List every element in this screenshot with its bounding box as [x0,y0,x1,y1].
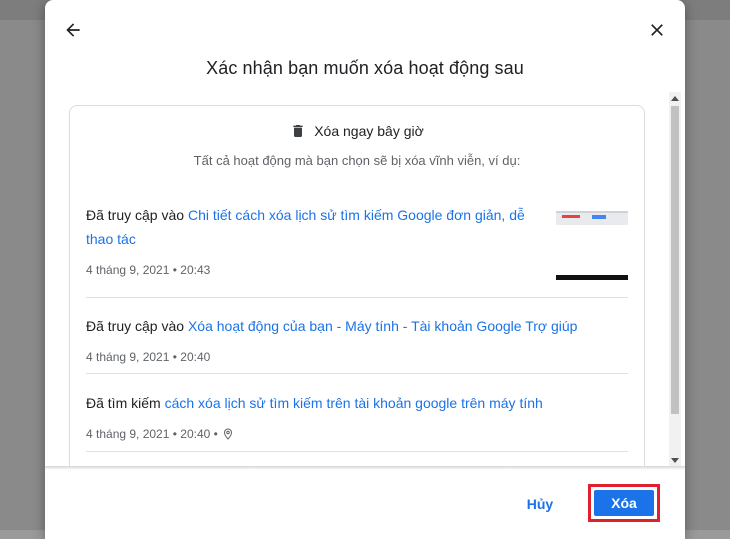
activity-link[interactable]: Xóa hoạt động của bạn - Máy tính - Tài k… [188,318,578,334]
scrollbar[interactable] [669,92,681,467]
close-icon [651,24,663,36]
activity-link[interactable]: cách xóa lịch sử tìm kiếm trên tài khoản… [165,395,543,411]
activity-description: Đã tìm kiếm cách xóa lịch sử tìm kiếm tr… [86,391,628,415]
activity-scroll-area[interactable]: Xóa ngay bây giờ Tất cả hoạt động mà bạn… [45,92,667,467]
scroll-down-arrow-icon[interactable] [671,458,679,463]
card-heading: Xóa ngay bây giờ [70,122,644,140]
activity-timestamp: 4 tháng 9, 2021 • 20:40 [86,350,211,364]
activity-meta: 4 tháng 9, 2021 • 20:40 • [86,427,628,441]
confirm-delete-dialog: Xác nhận bạn muốn xóa hoạt động sau Xóa … [45,0,685,539]
activity-timestamp: 4 tháng 9, 2021 • 20:43 [86,263,211,277]
activity-prefix: Đã truy cập vào [86,318,185,334]
trash-icon [293,125,303,137]
activity-timestamp: 4 tháng 9, 2021 • 20:40 • [86,427,218,441]
dialog-footer: Hủy Xóa [45,470,685,539]
activity-thumbnail [556,211,628,281]
activity-item: Đã truy cập vào Chi tiết cách xóa lịch s… [86,203,628,298]
activity-item: Đã tìm kiếm cách xóa lịch sử tìm kiếm tr… [86,391,628,452]
activity-item: Đã truy cập vào Xóa hoạt động của bạn - … [86,314,628,374]
location-pin-icon [223,428,232,440]
delete-button[interactable]: Xóa [594,490,654,516]
activity-prefix: Đã truy cập vào [86,207,185,223]
activity-prefix: Đã tìm kiếm [86,395,161,411]
activity-description: Đã truy cập vào Xóa hoạt động của bạn - … [86,314,628,338]
activity-description: Đã truy cập vào Chi tiết cách xóa lịch s… [86,203,548,251]
scrollbar-thumb[interactable] [671,106,679,414]
back-button[interactable] [59,16,87,44]
activity-card: Xóa ngay bây giờ Tất cả hoạt động mà bạn… [69,105,645,467]
card-heading-text: Xóa ngay bây giờ [314,123,424,139]
cancel-button[interactable]: Hủy [515,490,565,518]
dialog-title: Xác nhận bạn muốn xóa hoạt động sau [206,58,524,78]
scroll-up-arrow-icon[interactable] [671,96,679,101]
close-button[interactable] [643,16,671,44]
delete-button-highlight: Xóa [588,484,660,522]
arrow-back-icon [66,23,80,37]
card-subtitle: Tất cả hoạt động mà bạn chọn sẽ bị xóa v… [193,153,521,168]
